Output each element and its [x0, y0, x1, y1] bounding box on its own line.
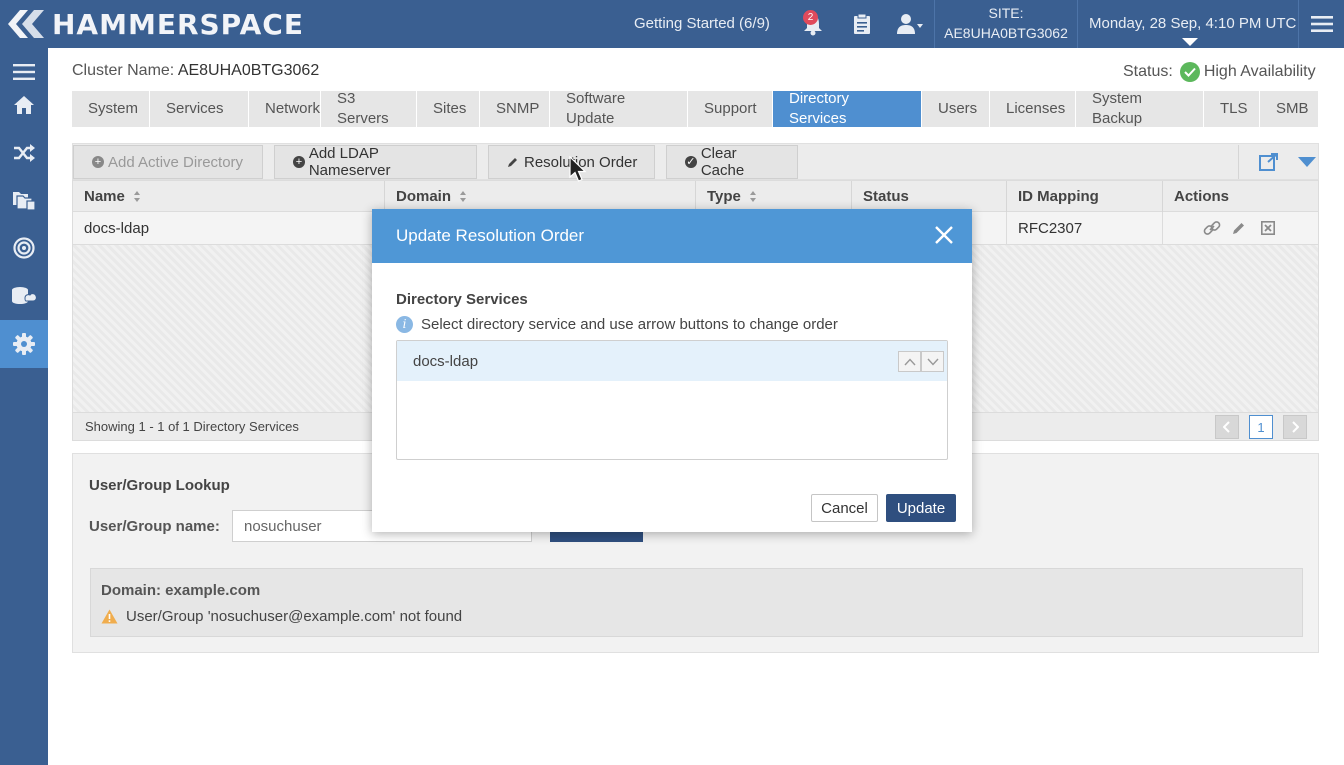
dialog-title: Update Resolution Order [396, 226, 585, 245]
update-button[interactable]: Update [886, 494, 956, 522]
mouse-cursor-icon [569, 156, 587, 182]
cancel-button[interactable]: Cancel [811, 494, 878, 522]
list-item[interactable]: docs-ldap [397, 341, 947, 381]
move-up-button[interactable] [898, 351, 921, 372]
directory-services-title: Directory Services [396, 291, 528, 308]
update-resolution-order-dialog: Update Resolution Order Directory Servic… [372, 209, 972, 532]
chevron-up-icon [903, 357, 916, 365]
info-icon: i [396, 316, 413, 333]
dialog-header: Update Resolution Order [372, 209, 972, 263]
move-down-button[interactable] [921, 351, 944, 372]
dialog-hint: i Select directory service and use arrow… [396, 316, 838, 333]
close-icon[interactable] [932, 223, 956, 247]
directory-service-order-list: docs-ldap [396, 340, 948, 460]
chevron-down-icon [926, 358, 939, 366]
